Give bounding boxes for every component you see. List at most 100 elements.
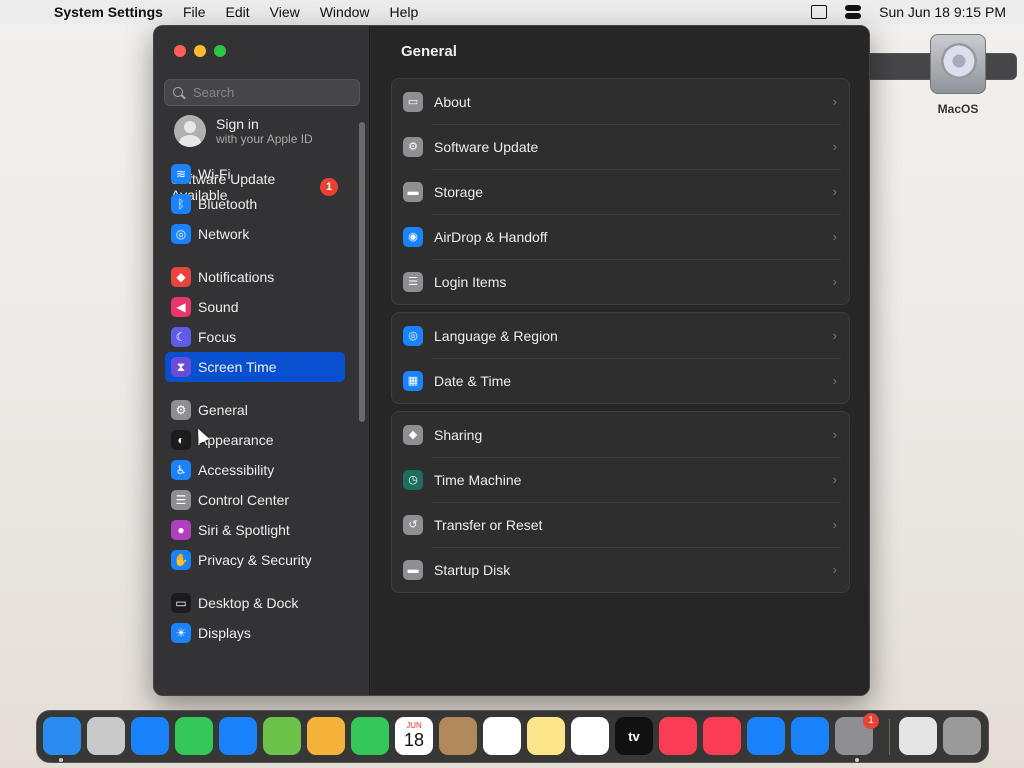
- sidebar-item-sound[interactable]: ◀ Sound: [165, 292, 345, 322]
- dock-freeform-icon[interactable]: [571, 717, 609, 755]
- sidebar-item-wi-fi[interactable]: ≋ Wi-Fi: [165, 159, 345, 189]
- dock-archive-icon[interactable]: [899, 717, 937, 755]
- menu-window[interactable]: Window: [310, 4, 380, 20]
- search-input[interactable]: [193, 85, 353, 100]
- search-icon: [173, 86, 185, 99]
- row-time-machine[interactable]: ◷ Time Machine ›: [392, 457, 849, 502]
- sidebar-item-control-center[interactable]: ☰ Control Center: [165, 485, 345, 515]
- desktop-disk[interactable]: MacOS: [925, 34, 991, 116]
- dock-tv-icon[interactable]: tv: [615, 717, 653, 755]
- dock-contacts-icon[interactable]: [439, 717, 477, 755]
- window-controls: [174, 45, 226, 57]
- sidebar-item-label: Siri & Spotlight: [198, 522, 290, 538]
- row-sharing[interactable]: ◆ Sharing ›: [392, 412, 849, 457]
- row-transfer-or-reset[interactable]: ↺ Transfer or Reset ›: [392, 502, 849, 547]
- sidebar-item-focus[interactable]: ☾ Focus: [165, 322, 345, 352]
- row-software-update[interactable]: ⚙ Software Update ›: [392, 124, 849, 169]
- time-machine-icon: ◷: [403, 469, 423, 490]
- sidebar-item-appearance[interactable]: ◐ Appearance: [165, 425, 345, 455]
- stage-manager-icon[interactable]: [811, 5, 828, 19]
- zoom-button[interactable]: [214, 45, 226, 57]
- sidebar-item-bluetooth[interactable]: ᛒ Bluetooth: [165, 189, 345, 219]
- menu-clock[interactable]: Sun Jun 18 9:15 PM: [879, 4, 1006, 20]
- dock-launchpad-icon[interactable]: [87, 717, 125, 755]
- sidebar-item-displays[interactable]: ☀ Displays: [165, 618, 345, 648]
- dock-finder-icon[interactable]: [43, 717, 81, 755]
- monitor-icon: ▭: [403, 91, 423, 112]
- sidebar-item-label: Accessibility: [198, 462, 275, 478]
- minimize-button[interactable]: [194, 45, 206, 57]
- row-date-time[interactable]: ▦ Date & Time ›: [392, 358, 849, 403]
- avatar-icon: [174, 115, 206, 147]
- dock-notes-icon[interactable]: [527, 717, 565, 755]
- airdrop-icon: ◉: [403, 226, 423, 247]
- appearance-icon: ◐: [171, 430, 191, 450]
- dock-mail-icon[interactable]: [219, 717, 257, 755]
- sidebar-item-notifications[interactable]: ◆ Notifications: [165, 262, 345, 292]
- dock-trash-icon[interactable]: [943, 717, 981, 755]
- dock: tv JUN 18 1: [36, 710, 989, 763]
- control-center-icon[interactable]: [845, 5, 862, 19]
- calendar-day: 18: [403, 730, 425, 750]
- running-indicator: [59, 758, 63, 762]
- row-label: Login Items: [434, 273, 507, 290]
- sidebar-item-desktop-dock[interactable]: ▭ Desktop & Dock: [165, 588, 345, 618]
- main-pane: General ▭ About › ⚙ Software Update › ▬ Storage…: [371, 26, 869, 695]
- calendar-month: JUN: [406, 721, 422, 730]
- sidebar-scrollbar[interactable]: [359, 122, 365, 422]
- search-field[interactable]: [164, 79, 360, 106]
- sidebar-item-siri-spotlight[interactable]: ● Siri & Spotlight: [165, 515, 345, 545]
- dock-music-icon[interactable]: [659, 717, 697, 755]
- running-indicator: [855, 758, 859, 762]
- control-center-icon: ☰: [171, 490, 191, 510]
- menu-edit[interactable]: Edit: [216, 4, 260, 20]
- globe-icon: ◎: [171, 224, 191, 244]
- row-language-region[interactable]: ◎ Language & Region ›: [392, 313, 849, 358]
- sidebar-item-screen-time[interactable]: ⧗ Screen Time: [165, 352, 345, 382]
- row-storage[interactable]: ▬ Storage ›: [392, 169, 849, 214]
- dock-reminders-icon[interactable]: [483, 717, 521, 755]
- moon-icon: ☾: [171, 327, 191, 347]
- dock-news-icon[interactable]: [703, 717, 741, 755]
- bell-icon: ◆: [171, 267, 191, 287]
- dock-app-store-icon[interactable]: [791, 717, 829, 755]
- sidebar-item-label: Network: [198, 226, 250, 242]
- menu-app-name[interactable]: System Settings: [52, 4, 173, 20]
- dock-keynote-icon[interactable]: [747, 717, 785, 755]
- sidebar-item-label: Sound: [198, 299, 239, 315]
- row-startup-disk[interactable]: ▬ Startup Disk ›: [392, 547, 849, 592]
- drive-icon: ▬: [403, 181, 423, 202]
- accessibility-icon: ♿: [171, 460, 191, 480]
- row-login-items[interactable]: ☰ Login Items ›: [392, 259, 849, 304]
- close-button[interactable]: [174, 45, 186, 57]
- sidebar-item-accessibility[interactable]: ♿ Accessibility: [165, 455, 345, 485]
- sharing-icon: ◆: [403, 424, 423, 445]
- sidebar-item-network[interactable]: ◎ Network: [165, 219, 345, 249]
- dock-maps-icon[interactable]: [263, 717, 301, 755]
- chevron-right-icon: ›: [832, 562, 837, 577]
- dock-messages-icon[interactable]: [175, 717, 213, 755]
- signin-subtitle: with your Apple ID: [216, 132, 313, 146]
- menu-help[interactable]: Help: [380, 4, 429, 20]
- row-airdrop-handoff[interactable]: ◉ AirDrop & Handoff ›: [392, 214, 849, 259]
- dock-icon: ▭: [171, 593, 191, 613]
- hard-drive-icon: [930, 34, 986, 94]
- row-label: Storage: [434, 183, 484, 200]
- apple-id-signin[interactable]: Sign in with your Apple ID: [174, 115, 313, 147]
- sidebar-list[interactable]: Sign in with your Apple ID Software Upda…: [154, 112, 370, 695]
- sidebar-item-label: Notifications: [198, 269, 275, 285]
- row-label: Startup Disk: [434, 561, 511, 578]
- row-about[interactable]: ▭ About ›: [392, 79, 849, 124]
- dock-calendar-icon[interactable]: JUN 18: [395, 717, 433, 755]
- sidebar-item-general[interactable]: ⚙ General: [165, 395, 345, 425]
- page-title: General: [401, 43, 457, 60]
- dock-photos-icon[interactable]: [307, 717, 345, 755]
- menu-file[interactable]: File: [173, 4, 216, 20]
- dock-facetime-icon[interactable]: [351, 717, 389, 755]
- dock-safari-icon[interactable]: [131, 717, 169, 755]
- settings-group: ◆ Sharing › ◷ Time Machine › ↺ Transfer or Rese…: [391, 411, 850, 593]
- menu-view[interactable]: View: [260, 4, 310, 20]
- sidebar-item-privacy-security[interactable]: ✋ Privacy & Security: [165, 545, 345, 575]
- gear-badge-icon: ⚙: [403, 136, 423, 157]
- dock-separator: [889, 719, 890, 755]
